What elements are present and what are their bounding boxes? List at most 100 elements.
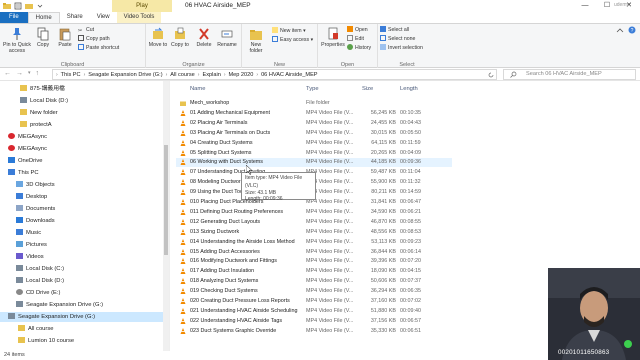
table-row[interactable]: Mech_workshop File folder bbox=[176, 99, 452, 108]
new-folder-button[interactable]: New folder bbox=[245, 27, 267, 54]
nav-item[interactable]: New folder bbox=[0, 108, 168, 118]
table-row[interactable]: 020 Creating Duct Pressure Loss Reports M… bbox=[176, 297, 452, 306]
nav-item[interactable]: Documents bbox=[0, 204, 168, 214]
open-button[interactable]: Open bbox=[347, 26, 368, 34]
breadcrumb-all-course[interactable]: All course bbox=[170, 72, 195, 78]
nav-item[interactable]: Lumion 10 course bbox=[0, 336, 168, 346]
table-row[interactable]: 016 Modifying Ductwork and Fittings MP4 V… bbox=[176, 257, 452, 266]
breadcrumb-drive[interactable]: Seagate Expansion Drive (G:) bbox=[88, 72, 162, 78]
context-tab-play[interactable]: Play bbox=[112, 0, 172, 12]
refresh-icon[interactable] bbox=[488, 72, 494, 78]
tab-file[interactable]: File bbox=[0, 12, 28, 23]
pin-quick-access-button[interactable]: Pin to Quick access bbox=[2, 27, 32, 54]
nav-item[interactable]: OneDrive bbox=[0, 156, 168, 166]
rename-button[interactable]: Rename bbox=[216, 27, 238, 48]
table-row[interactable]: 03 Placing Air Terminals on Ducts MP4 Vid… bbox=[176, 129, 452, 138]
nav-scrollbar-thumb[interactable] bbox=[164, 145, 168, 255]
search-icon bbox=[510, 71, 517, 78]
mega-icon bbox=[8, 145, 15, 151]
table-row[interactable]: 021 Understanding HVAC Airside Schedulin… bbox=[176, 307, 452, 316]
table-row[interactable]: 05 Splitting Duct Systems MP4 Video File … bbox=[176, 149, 452, 158]
table-row[interactable]: 012 Generating Duct Layouts MP4 Video Fil… bbox=[176, 218, 452, 227]
edit-button[interactable]: Edit bbox=[347, 35, 364, 43]
table-row[interactable]: 015 Adding Duct Accessories MP4 Video Fil… bbox=[176, 248, 452, 257]
nav-item[interactable]: All course bbox=[0, 324, 168, 334]
column-header-name[interactable]: Name bbox=[190, 86, 205, 92]
move-to-button[interactable]: Move to bbox=[148, 27, 168, 48]
table-row[interactable]: 023 Duct Systems Graphic Override MP4 Vid… bbox=[176, 327, 452, 336]
nav-item[interactable]: MEGAsync bbox=[0, 132, 168, 142]
select-none-button[interactable]: Select none bbox=[380, 35, 415, 43]
properties-icon bbox=[328, 27, 338, 40]
paste-button[interactable]: Paste bbox=[55, 27, 75, 48]
nav-item[interactable]: This PC bbox=[0, 168, 168, 178]
select-all-button[interactable]: Select all bbox=[380, 26, 409, 34]
copy-path-button[interactable]: Copy path bbox=[78, 35, 110, 43]
chevron-down-icon[interactable] bbox=[36, 2, 44, 10]
tab-home[interactable]: Home bbox=[27, 12, 60, 23]
breadcrumb-this-pc[interactable]: This PC bbox=[61, 72, 81, 78]
nav-item[interactable]: Downloads bbox=[0, 216, 168, 226]
nav-item[interactable]: Desktop bbox=[0, 192, 168, 202]
new-item-button[interactable]: New item ▾ bbox=[272, 27, 306, 35]
forward-arrow-icon[interactable]: → bbox=[16, 70, 23, 77]
nav-item[interactable]: protectA bbox=[0, 120, 168, 130]
properties-icon[interactable] bbox=[14, 2, 22, 10]
nav-item[interactable]: Music bbox=[0, 228, 168, 238]
nav-item[interactable]: 875-講義用檔 bbox=[0, 84, 168, 94]
video-icon bbox=[16, 253, 23, 259]
table-row[interactable]: 01 Adding Mechanical Equipment MP4 Video … bbox=[176, 109, 452, 118]
paste-shortcut-button[interactable]: Paste shortcut bbox=[78, 44, 119, 52]
nav-item[interactable]: Local Disk (C:) bbox=[0, 264, 168, 274]
table-row[interactable]: 014 Understanding the Airside Loss Metho… bbox=[176, 238, 452, 247]
copy-to-button[interactable]: Copy to bbox=[170, 27, 190, 48]
tab-share[interactable]: Share bbox=[60, 12, 90, 23]
delete-button[interactable]: Delete bbox=[194, 27, 214, 48]
back-arrow-icon[interactable]: ← bbox=[4, 70, 11, 77]
invert-selection-button[interactable]: Invert selection bbox=[380, 44, 423, 52]
navigation-pane: 875-講義用檔 Local Disk (D:) New folder protect… bbox=[0, 81, 170, 351]
column-header-size[interactable]: Size bbox=[362, 86, 373, 92]
nav-item[interactable]: CD Drive (E:) bbox=[0, 288, 168, 298]
table-row[interactable]: 018 Analyzing Duct Systems MP4 Video File… bbox=[176, 277, 452, 286]
file-type: MP4 Video File (V... bbox=[306, 278, 354, 285]
nav-item[interactable]: Pictures bbox=[0, 240, 168, 250]
table-row[interactable]: 019 Checking Duct Systems MP4 Video File … bbox=[176, 287, 452, 296]
column-header-length[interactable]: Length bbox=[400, 86, 418, 92]
nav-item[interactable]: Local Disk (D:) bbox=[0, 276, 168, 286]
tab-video-tools[interactable]: Video Tools bbox=[116, 12, 162, 23]
nav-item[interactable]: Seagate Expansion Drive (G:) bbox=[0, 300, 168, 310]
breadcrumb-explain[interactable]: Explain bbox=[202, 72, 220, 78]
nav-item[interactable]: MEGAsync bbox=[0, 144, 168, 154]
up-arrow-icon[interactable]: ↑ bbox=[36, 70, 40, 77]
breadcrumb-mep-2020[interactable]: Mep 2020 bbox=[229, 72, 254, 78]
file-name: 014 Understanding the Airside Loss Metho… bbox=[190, 238, 295, 245]
properties-button[interactable]: Properties bbox=[320, 27, 346, 48]
nav-item[interactable]: 3D Objects bbox=[0, 180, 168, 190]
search-input[interactable]: Search 06 HVAC Airside_MEP bbox=[503, 69, 636, 80]
file-length: 00:11:32 bbox=[400, 179, 421, 186]
table-row[interactable]: 022 Understanding HVAC Airside Tags MP4 V… bbox=[176, 317, 452, 326]
table-row[interactable]: 06 Working with Duct Systems MP4 Video Fi… bbox=[176, 158, 452, 168]
easy-access-button[interactable]: Easy access ▾ bbox=[272, 36, 313, 44]
table-row[interactable]: 04 Creating Duct Systems MP4 Video File (… bbox=[176, 139, 452, 148]
cut-button[interactable]: ✂ Cut bbox=[78, 26, 94, 34]
table-row[interactable]: 011 Defining Duct Routing Preferences MP4… bbox=[176, 208, 452, 217]
table-row[interactable]: 013 Sizing Ductwork MP4 Video File (V... 4… bbox=[176, 228, 452, 237]
nav-item[interactable]: Videos bbox=[0, 252, 168, 262]
table-row[interactable]: 02 Placing Air Terminals MP4 Video File (… bbox=[176, 119, 452, 128]
new-folder-icon[interactable] bbox=[25, 2, 33, 10]
address-bar[interactable]: › This PC › Seagate Expansion Drive (G:)… bbox=[52, 69, 497, 80]
table-row[interactable]: 017 Adding Duct Insulation MP4 Video File… bbox=[176, 267, 452, 276]
help-icon[interactable]: ? bbox=[628, 26, 636, 34]
tab-view[interactable]: View bbox=[90, 12, 117, 23]
nav-item[interactable]: Local Disk (D:) bbox=[0, 96, 168, 106]
column-header-type[interactable]: Type bbox=[306, 86, 319, 92]
copy-button[interactable]: Copy bbox=[33, 27, 53, 48]
nav-item[interactable]: Seagate Expansion Drive (G:) bbox=[0, 312, 168, 322]
chevron-up-icon[interactable] bbox=[616, 27, 624, 33]
recent-dropdown-icon[interactable]: ▾ bbox=[28, 70, 31, 77]
history-button[interactable]: History bbox=[347, 44, 371, 52]
breadcrumb-current-folder[interactable]: 06 HVAC Airside_MEP bbox=[261, 72, 317, 78]
minimize-button[interactable]: — bbox=[574, 0, 596, 12]
